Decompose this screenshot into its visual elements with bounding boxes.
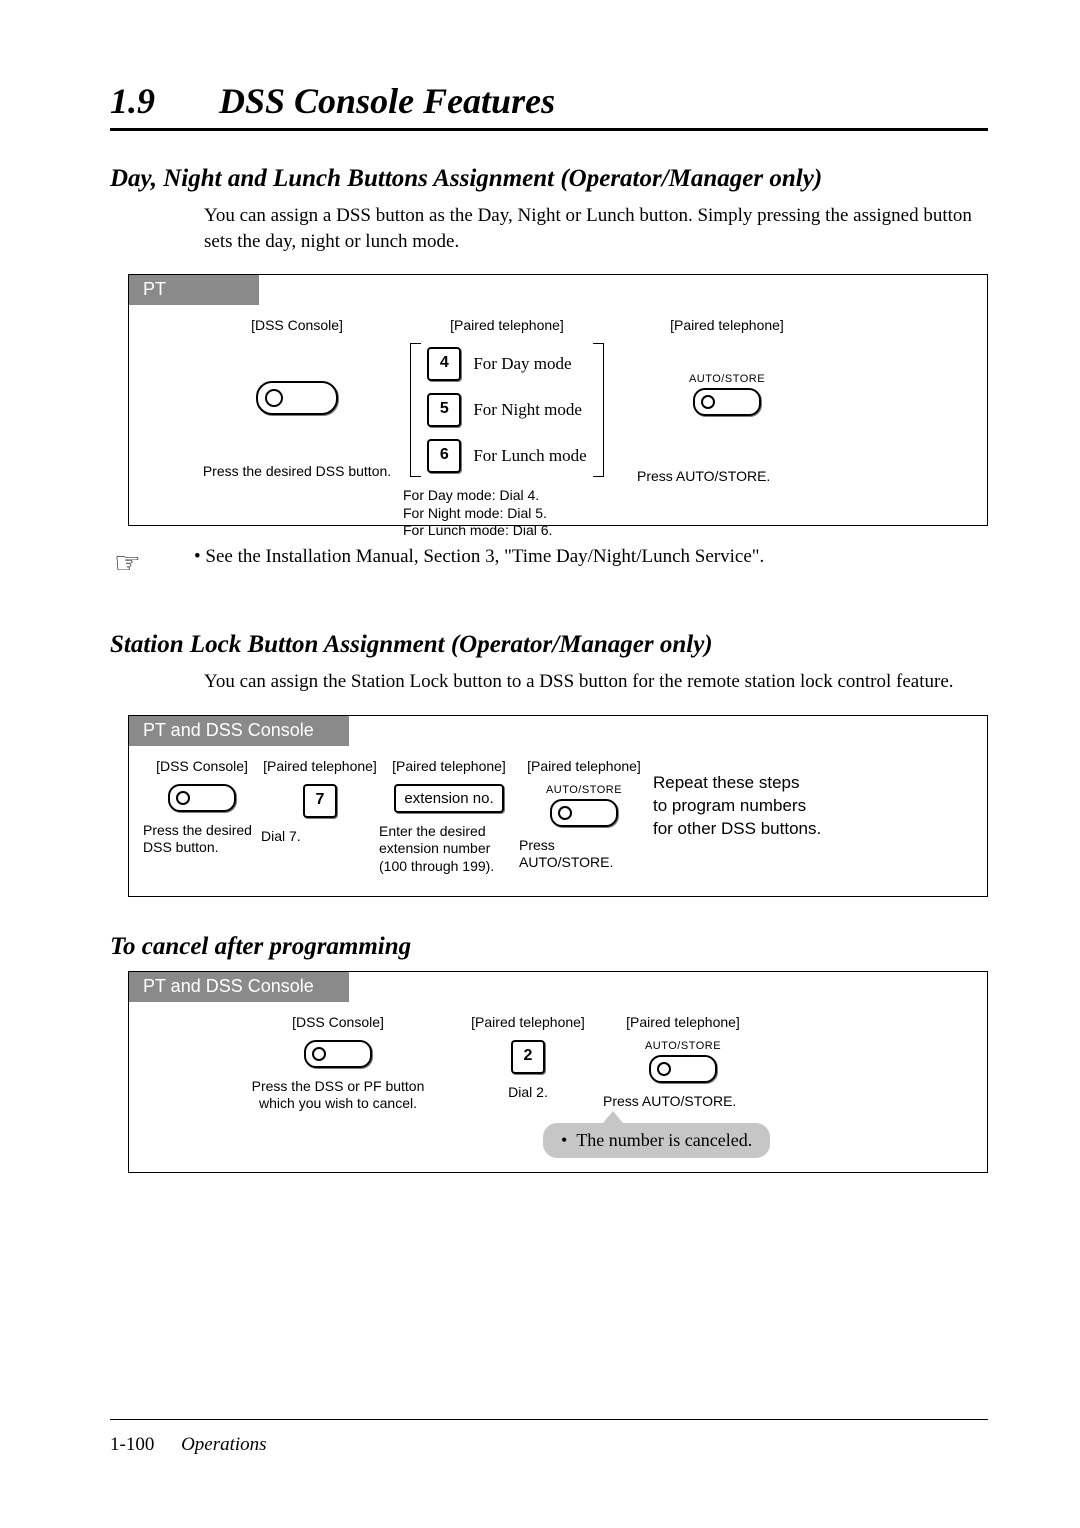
auto-store-button-icon-3 xyxy=(649,1055,717,1083)
page: 1.9 DSS Console Features Day, Night and … xyxy=(0,0,1080,1528)
diagram1-tab: PT xyxy=(129,275,259,305)
d3-col3-label: [Paired telephone] xyxy=(626,1014,740,1030)
d1-col1-caption: Press the desired DSS button. xyxy=(203,463,391,481)
diagram-day-night-lunch: PT [DSS Console] Press the desired DSS b… xyxy=(128,274,988,526)
d3-col3-caption: Press AUTO/STORE. xyxy=(603,1093,736,1111)
d2-col3-label: [Paired telephone] xyxy=(392,758,506,774)
d3-col2-caption: Dial 2. xyxy=(508,1084,548,1102)
dss-button-icon-3 xyxy=(304,1040,372,1068)
chapter-heading: 1.9 DSS Console Features xyxy=(110,80,988,131)
page-number: 1-100 xyxy=(110,1434,154,1455)
key-4: 4 xyxy=(427,347,461,381)
footer-section: Operations xyxy=(181,1434,267,1455)
d1-col3-label: [Paired telephone] xyxy=(670,317,784,333)
footer-rule xyxy=(110,1419,988,1420)
key-2: 2 xyxy=(511,1040,545,1074)
d2-col4-label: [Paired telephone] xyxy=(527,758,641,774)
d1-col3-caption: Press AUTO/STORE. xyxy=(637,468,770,486)
section2-heading: Station Lock Button Assignment (Operator… xyxy=(110,631,988,659)
section2-intro: You can assign the Station Lock button t… xyxy=(204,669,988,695)
auto-store-label-1: AUTO/STORE xyxy=(689,373,765,385)
d1-col2-caption: For Day mode: Dial 4. For Night mode: Di… xyxy=(403,487,552,540)
chapter-title: DSS Console Features xyxy=(219,81,555,121)
callout-bubble: • The number is canceled. xyxy=(543,1123,770,1158)
auto-store-label-3: AUTO/STORE xyxy=(645,1040,721,1052)
page-footer: 1-100 Operations xyxy=(110,1434,267,1456)
diagram2-tab: PT and DSS Console xyxy=(129,716,349,746)
section1-intro: You can assign a DSS button as the Day, … xyxy=(204,203,988,254)
diagram-station-lock: PT and DSS Console [DSS Console] Press t… xyxy=(128,715,988,897)
d2-col4-caption: Press AUTO/STORE. xyxy=(519,837,649,872)
auto-store-label-2: AUTO/STORE xyxy=(546,784,622,796)
dss-button-icon-2 xyxy=(168,784,236,812)
chapter-number: 1.9 xyxy=(110,80,155,122)
auto-store-button-icon xyxy=(693,388,761,416)
extension-no-box: extension no. xyxy=(394,784,503,813)
d2-col1-label: [DSS Console] xyxy=(156,758,248,774)
key-6: 6 xyxy=(427,439,461,473)
d1-col1-label: [DSS Console] xyxy=(251,317,343,333)
diagram-cancel: PT and DSS Console [DSS Console] Press t… xyxy=(128,971,988,1173)
mode-day-label: For Day mode xyxy=(473,354,571,374)
section1-heading: Day, Night and Lunch Buttons Assignment … xyxy=(110,165,988,193)
d2-col2-label: [Paired telephone] xyxy=(263,758,377,774)
repeat-instructions: Repeat these steps to program numbers fo… xyxy=(653,772,821,841)
d2-col2-caption: Dial 7. xyxy=(261,828,301,846)
d3-col1-caption: Press the DSS or PF button which you wis… xyxy=(252,1078,425,1113)
d1-col2-label: [Paired telephone] xyxy=(450,317,564,333)
dss-button-icon xyxy=(256,381,338,415)
mode-lunch-label: For Lunch mode xyxy=(473,446,586,466)
diagram3-tab: PT and DSS Console xyxy=(129,972,349,1002)
d2-col1-caption: Press the desired DSS button. xyxy=(143,822,252,857)
key-7: 7 xyxy=(303,784,337,818)
mode-night-label: For Night mode xyxy=(473,400,582,420)
d2-col3-caption: Enter the desired extension number (100 … xyxy=(379,823,494,876)
auto-store-button-icon-2 xyxy=(550,799,618,827)
d3-col2-label: [Paired telephone] xyxy=(471,1014,585,1030)
key-5: 5 xyxy=(427,393,461,427)
d3-col1-label: [DSS Console] xyxy=(292,1014,384,1030)
section3-heading: To cancel after programming xyxy=(110,933,988,961)
callout-text: The number is canceled. xyxy=(576,1130,752,1150)
